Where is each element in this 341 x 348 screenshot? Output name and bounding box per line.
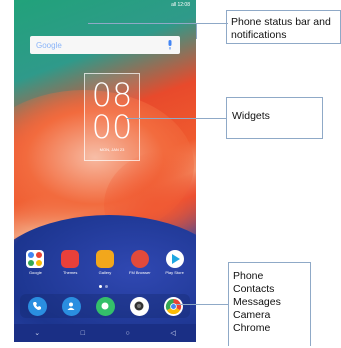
app-gallery[interactable]: Gallery bbox=[90, 250, 120, 275]
navigation-bar: ⌄ □ ○ ◁ bbox=[14, 324, 196, 342]
messages-icon[interactable] bbox=[95, 296, 115, 316]
app-label: FM Browser bbox=[129, 270, 151, 275]
callout-chrome: Chrome bbox=[233, 322, 271, 334]
app-google[interactable]: Google bbox=[20, 250, 50, 275]
wallpaper-shape bbox=[14, 215, 196, 342]
home-app-row: Google Themes Gallery FM Browser Play St… bbox=[14, 250, 196, 275]
dock-callout-list: Phone Contacts Messages Camera Chrome bbox=[233, 270, 281, 335]
google-search-bar[interactable]: Google bbox=[30, 36, 180, 54]
page-indicator bbox=[99, 285, 108, 288]
app-label: Themes bbox=[62, 270, 78, 275]
google-folder-icon bbox=[26, 250, 45, 268]
chrome-icon[interactable] bbox=[163, 296, 183, 316]
app-label: Gallery bbox=[98, 270, 112, 275]
callout-connector bbox=[88, 23, 228, 24]
page-dot bbox=[105, 285, 108, 288]
callout-connector bbox=[196, 23, 197, 39]
camera-icon[interactable] bbox=[129, 296, 149, 316]
callout-connector bbox=[126, 118, 226, 119]
callout-messages: Messages bbox=[233, 296, 281, 308]
callout-camera: Camera bbox=[233, 309, 271, 321]
callout-phone: Phone bbox=[233, 270, 264, 282]
callout-connector bbox=[176, 304, 228, 305]
play-store-icon bbox=[165, 250, 184, 268]
page-dot-active bbox=[99, 285, 102, 288]
app-themes[interactable]: Themes bbox=[55, 250, 85, 275]
clock-hours: 08 bbox=[91, 76, 133, 114]
clock-minutes: 00 bbox=[91, 108, 133, 146]
app-label: Play Store bbox=[165, 270, 184, 275]
status-bar-callout: Phone status bar and notifications bbox=[231, 16, 331, 41]
phone-icon[interactable] bbox=[27, 296, 47, 316]
app-play-store[interactable]: Play Store bbox=[160, 250, 190, 275]
widgets-callout: Widgets bbox=[232, 110, 270, 122]
dock bbox=[20, 294, 190, 318]
home-icon[interactable]: ○ bbox=[126, 330, 130, 337]
gallery-icon bbox=[95, 250, 114, 268]
status-bar[interactable]: all 12:08 bbox=[14, 0, 196, 10]
browser-icon bbox=[130, 250, 149, 268]
callout-contacts: Contacts bbox=[233, 283, 275, 295]
back-icon[interactable]: ◁ bbox=[170, 329, 175, 337]
phone-screen: all 12:08 Google 08 00 MON, JAN 23 Googl… bbox=[14, 0, 196, 342]
microphone-icon[interactable] bbox=[166, 40, 174, 50]
google-logo: Google bbox=[36, 40, 62, 50]
clock-widget[interactable]: 08 00 MON, JAN 23 bbox=[84, 73, 140, 161]
app-fm-browser[interactable]: FM Browser bbox=[125, 250, 155, 275]
themes-icon bbox=[61, 250, 80, 268]
recents-icon[interactable]: □ bbox=[81, 330, 85, 337]
contacts-icon[interactable] bbox=[61, 296, 81, 316]
clock-date: MON, JAN 23 bbox=[99, 147, 125, 152]
app-label: Google bbox=[28, 270, 42, 275]
chevron-down-icon[interactable]: ⌄ bbox=[34, 329, 40, 337]
